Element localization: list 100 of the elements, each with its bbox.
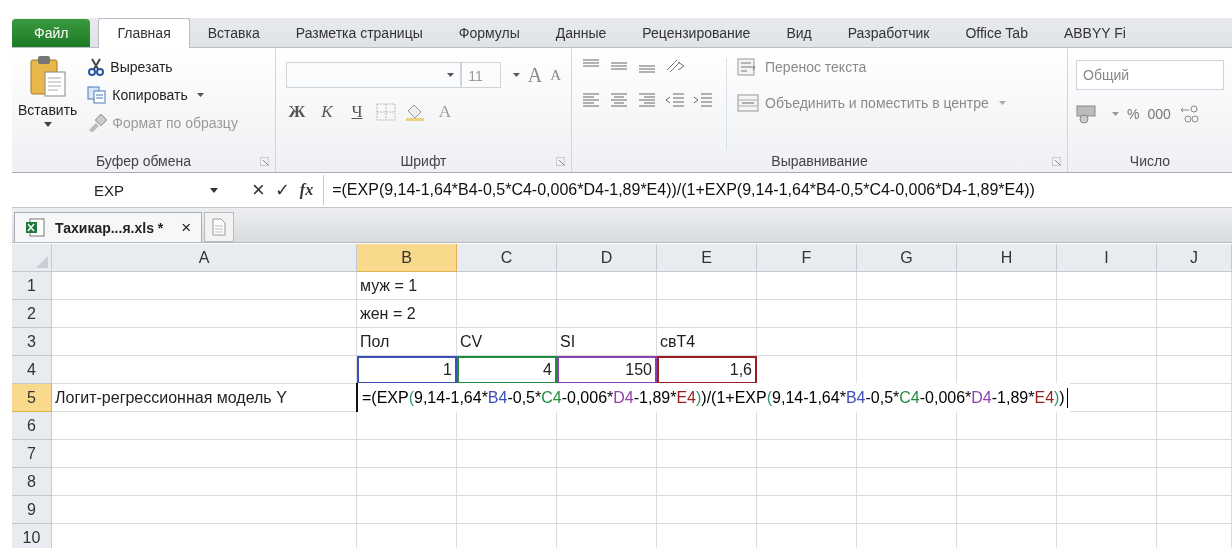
- font-name-field[interactable]: [286, 62, 462, 88]
- thousands-button[interactable]: 000: [1147, 106, 1171, 122]
- column-header[interactable]: B: [357, 244, 457, 272]
- row-header[interactable]: 4: [12, 356, 52, 384]
- ribbon-tab[interactable]: Данные: [537, 19, 625, 47]
- copy-button[interactable]: Копировать: [87, 86, 238, 104]
- formula-part: B4: [487, 388, 508, 407]
- formula-part: 9,14-1,64*: [772, 388, 846, 407]
- caret-icon[interactable]: [210, 187, 218, 193]
- group-label: Число: [1129, 153, 1171, 169]
- ribbon-tab[interactable]: Формулы: [440, 19, 538, 47]
- cell-editor[interactable]: =(EXP(9,14-1,64*B4-0,5*C4-0,006*D4-1,89*E4))/(1+EXP(9,14-1,64*B4-0,5*C4-0,006*D4-1,89*E4)): [356, 383, 1070, 412]
- row-header[interactable]: 3: [12, 328, 52, 356]
- caret-icon[interactable]: [512, 73, 520, 77]
- formula-part: C4: [899, 388, 920, 407]
- italic-button[interactable]: К: [316, 102, 338, 122]
- horizontal-align-icon[interactable]: [608, 92, 630, 108]
- row-header[interactable]: 7: [12, 440, 52, 468]
- column-header[interactable]: I: [1057, 244, 1157, 272]
- formula-part: E4: [1034, 388, 1055, 407]
- row-header[interactable]: 10: [12, 524, 52, 548]
- scissors-icon: [87, 58, 106, 76]
- corner-triangle-icon: [36, 256, 48, 268]
- caret-icon[interactable]: [43, 122, 52, 127]
- formula-part: C4: [541, 388, 562, 407]
- column-header[interactable]: D: [557, 244, 657, 272]
- column-header[interactable]: G: [857, 244, 957, 272]
- table-cell: свТ4: [657, 328, 757, 356]
- launcher-icon[interactable]: [1052, 156, 1061, 166]
- row-header[interactable]: 8: [12, 468, 52, 496]
- column-header[interactable]: H: [957, 244, 1057, 272]
- launcher-icon[interactable]: [556, 156, 565, 166]
- merge-cells-icon: [737, 94, 759, 112]
- launcher-icon[interactable]: [260, 156, 269, 166]
- brush-icon: [87, 114, 108, 132]
- formula-part: D4: [613, 388, 634, 407]
- clipboard-icon[interactable]: [27, 54, 68, 98]
- ribbon-tab[interactable]: Рецензирование: [624, 19, 769, 47]
- formula-part: =(EXP: [362, 388, 409, 407]
- formula-part: )/(1+EXP: [701, 388, 767, 407]
- ribbon-tab[interactable]: Разработчик: [829, 19, 948, 47]
- number-format-field[interactable]: Общий: [1076, 60, 1224, 90]
- row-header[interactable]: 6: [12, 412, 52, 440]
- bold-button[interactable]: Ж: [286, 102, 308, 122]
- decimal-icon[interactable]: [1178, 104, 1199, 124]
- column-header[interactable]: A: [52, 244, 357, 272]
- fill-bucket-icon[interactable]: [404, 103, 426, 121]
- ribbon-tab[interactable]: Вид: [768, 19, 830, 47]
- paste-button[interactable]: Вставить: [18, 102, 78, 118]
- copy-icon: [87, 86, 108, 104]
- cancel-button[interactable]: ×: [252, 177, 265, 203]
- table-cell: SI: [557, 328, 657, 356]
- formula-part: ): [696, 388, 702, 407]
- shrink-font-button[interactable]: A: [550, 66, 561, 84]
- wrap-text-icon: [737, 58, 759, 76]
- new-document-button[interactable]: [204, 212, 235, 242]
- document-tab[interactable]: Тахикар...я.xls * ×: [14, 212, 203, 242]
- percent-button[interactable]: %: [1127, 106, 1140, 122]
- ribbon-tab[interactable]: Файл: [12, 19, 91, 47]
- ribbon-tab[interactable]: Разметка страницы: [277, 19, 441, 47]
- decrease-indent-icon[interactable]: [664, 92, 686, 108]
- row-header[interactable]: 9: [12, 496, 52, 524]
- caret-icon: [998, 101, 1006, 105]
- formula-part: ): [1054, 388, 1060, 407]
- name-box[interactable]: EXP: [12, 175, 226, 205]
- table-cell: CV: [457, 328, 557, 356]
- formula-part: ): [1059, 388, 1065, 407]
- row-header[interactable]: 1: [12, 272, 52, 300]
- ribbon-tab[interactable]: Главная: [98, 18, 190, 48]
- underline-button[interactable]: Ч: [346, 102, 368, 122]
- increase-indent-icon[interactable]: [692, 92, 714, 108]
- group-label: Шрифт: [400, 153, 447, 169]
- formula-part: -0,5*: [865, 388, 900, 407]
- row-header[interactable]: 2: [12, 300, 52, 328]
- close-button[interactable]: ×: [181, 217, 192, 238]
- caret-icon[interactable]: [447, 73, 455, 77]
- ribbon-tab[interactable]: Вставка: [189, 19, 278, 47]
- group-label: Буфер обмена: [95, 153, 192, 169]
- borders-icon[interactable]: [376, 103, 396, 121]
- insert-function-button[interactable]: fx: [299, 181, 314, 199]
- caret-icon: [196, 93, 204, 97]
- horizontal-align-icon[interactable]: [636, 92, 658, 108]
- cut-button[interactable]: Вырезать: [87, 58, 238, 76]
- column-header[interactable]: C: [457, 244, 557, 272]
- select-all-button[interactable]: [12, 244, 52, 272]
- column-header[interactable]: F: [757, 244, 857, 272]
- ribbon-tab[interactable]: Office Tab: [947, 19, 1046, 47]
- formula-part: -1,89*: [633, 388, 677, 407]
- formula-part: E4: [676, 388, 696, 407]
- column-header[interactable]: J: [1157, 244, 1232, 272]
- formula-part: (: [766, 388, 773, 407]
- column-header[interactable]: E: [657, 244, 757, 272]
- ribbon-tab[interactable]: ABBYY Fi: [1045, 19, 1144, 47]
- formula-field[interactable]: =(EXP(9,14-1,64*B4-0,5*C4-0,006*D4-1,89*E4))/(1+EXP(9,14-1,64*B4-0,5*C4-0,006*D4-1,89*E4)): [324, 181, 1035, 199]
- formula-part: -0,006*: [919, 388, 972, 407]
- formula-part: B4: [845, 388, 866, 407]
- enter-button[interactable]: ✓: [274, 179, 290, 201]
- document-icon: [212, 218, 227, 236]
- row-header[interactable]: 5: [12, 384, 52, 412]
- horizontal-align-icon[interactable]: [580, 92, 602, 108]
